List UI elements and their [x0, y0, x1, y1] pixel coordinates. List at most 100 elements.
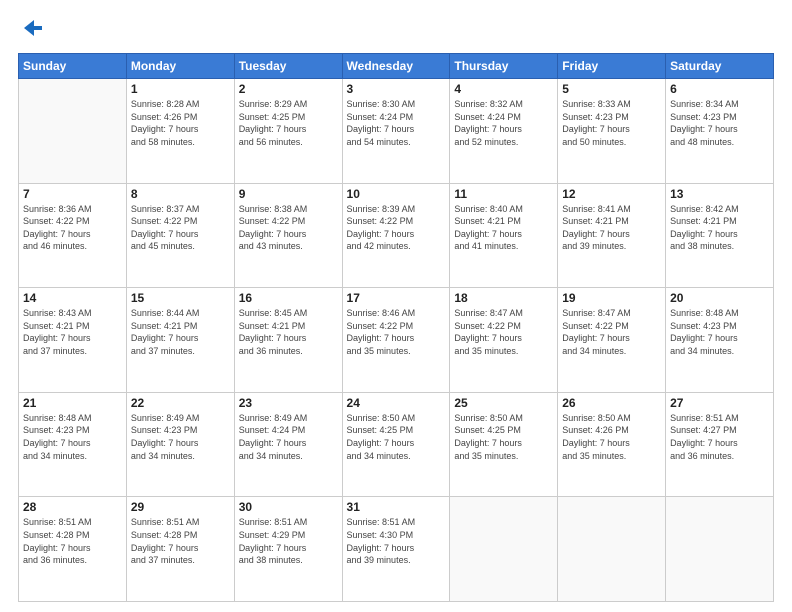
day-info: Sunrise: 8:50 AMSunset: 4:26 PMDaylight:…	[562, 412, 661, 462]
calendar-cell: 19 Sunrise: 8:47 AMSunset: 4:22 PMDayligh…	[558, 288, 666, 393]
day-info: Sunrise: 8:48 AMSunset: 4:23 PMDaylight:…	[670, 307, 769, 357]
logo	[18, 18, 42, 43]
calendar-cell: 26 Sunrise: 8:50 AMSunset: 4:26 PMDayligh…	[558, 392, 666, 497]
day-info: Sunrise: 8:51 AMSunset: 4:27 PMDaylight:…	[670, 412, 769, 462]
col-sunday: Sunday	[19, 54, 127, 79]
calendar-cell: 9Sunrise: 8:38 AMSunset: 4:22 PMDaylight…	[234, 183, 342, 288]
day-info: Sunrise: 8:36 AMSunset: 4:22 PMDaylight:…	[23, 203, 122, 253]
calendar-cell: 22Sunrise: 8:49 AMSunset: 4:23 PMDayligh…	[126, 392, 234, 497]
day-info: Sunrise: 8:51 AMSunset: 4:29 PMDaylight:…	[239, 516, 338, 566]
calendar-cell	[450, 497, 558, 602]
calendar-cell	[666, 497, 774, 602]
day-number: 25	[454, 396, 553, 410]
calendar-cell: 4 Sunrise: 8:32 AMSunset: 4:24 PMDaylight…	[450, 79, 558, 184]
calendar-header-row: Sunday Monday Tuesday Wednesday Thursday…	[19, 54, 774, 79]
day-number: 3	[347, 82, 446, 96]
calendar-cell: 29 Sunrise: 8:51 AMSunset: 4:28 PMDayligh…	[126, 497, 234, 602]
calendar-cell: 3 Sunrise: 8:30 AMSunset: 4:24 PMDaylight…	[342, 79, 450, 184]
day-info: Sunrise: 8:51 AMSunset: 4:30 PMDaylight:…	[347, 516, 446, 566]
calendar-cell: 25 Sunrise: 8:50 AMSunset: 4:25 PMDayligh…	[450, 392, 558, 497]
calendar-cell: 21Sunrise: 8:48 AMSunset: 4:23 PMDayligh…	[19, 392, 127, 497]
day-info: Sunrise: 8:47 AMSunset: 4:22 PMDaylight:…	[454, 307, 553, 357]
day-number: 31	[347, 500, 446, 514]
calendar-cell: 23 Sunrise: 8:49 AMSunset: 4:24 PMDayligh…	[234, 392, 342, 497]
day-info: Sunrise: 8:46 AMSunset: 4:22 PMDaylight:…	[347, 307, 446, 357]
calendar-cell: 10Sunrise: 8:39 AMSunset: 4:22 PMDayligh…	[342, 183, 450, 288]
day-info: Sunrise: 8:37 AMSunset: 4:22 PMDaylight:…	[131, 203, 230, 253]
day-number: 12	[562, 187, 661, 201]
day-number: 7	[23, 187, 122, 201]
day-number: 30	[239, 500, 338, 514]
col-thursday: Thursday	[450, 54, 558, 79]
calendar-cell: 11Sunrise: 8:40 AMSunset: 4:21 PMDayligh…	[450, 183, 558, 288]
day-number: 29	[131, 500, 230, 514]
day-info: Sunrise: 8:32 AMSunset: 4:24 PMDaylight:…	[454, 98, 553, 148]
calendar-table: Sunday Monday Tuesday Wednesday Thursday…	[18, 53, 774, 602]
calendar-cell: 2 Sunrise: 8:29 AMSunset: 4:25 PMDaylight…	[234, 79, 342, 184]
calendar-cell: 18Sunrise: 8:47 AMSunset: 4:22 PMDayligh…	[450, 288, 558, 393]
day-number: 10	[347, 187, 446, 201]
day-number: 1	[131, 82, 230, 96]
calendar-cell: 1 Sunrise: 8:28 AMSunset: 4:26 PMDaylight…	[126, 79, 234, 184]
day-number: 26	[562, 396, 661, 410]
day-info: Sunrise: 8:38 AMSunset: 4:22 PMDaylight:…	[239, 203, 338, 253]
calendar-cell: 30 Sunrise: 8:51 AMSunset: 4:29 PMDayligh…	[234, 497, 342, 602]
day-number: 11	[454, 187, 553, 201]
day-info: Sunrise: 8:34 AMSunset: 4:23 PMDaylight:…	[670, 98, 769, 148]
day-info: Sunrise: 8:43 AMSunset: 4:21 PMDaylight:…	[23, 307, 122, 357]
day-info: Sunrise: 8:47 AMSunset: 4:22 PMDaylight:…	[562, 307, 661, 357]
page: Sunday Monday Tuesday Wednesday Thursday…	[0, 0, 792, 612]
col-saturday: Saturday	[666, 54, 774, 79]
day-number: 22	[131, 396, 230, 410]
col-monday: Monday	[126, 54, 234, 79]
day-number: 23	[239, 396, 338, 410]
day-number: 28	[23, 500, 122, 514]
day-number: 15	[131, 291, 230, 305]
day-info: Sunrise: 8:42 AMSunset: 4:21 PMDaylight:…	[670, 203, 769, 253]
header	[18, 18, 774, 43]
day-info: Sunrise: 8:44 AMSunset: 4:21 PMDaylight:…	[131, 307, 230, 357]
day-info: Sunrise: 8:30 AMSunset: 4:24 PMDaylight:…	[347, 98, 446, 148]
logo-icon	[20, 18, 42, 43]
day-number: 13	[670, 187, 769, 201]
day-info: Sunrise: 8:33 AMSunset: 4:23 PMDaylight:…	[562, 98, 661, 148]
day-info: Sunrise: 8:50 AMSunset: 4:25 PMDaylight:…	[347, 412, 446, 462]
day-number: 2	[239, 82, 338, 96]
calendar-cell	[19, 79, 127, 184]
day-info: Sunrise: 8:51 AMSunset: 4:28 PMDaylight:…	[23, 516, 122, 566]
calendar-week-2: 7 Sunrise: 8:36 AMSunset: 4:22 PMDaylight…	[19, 183, 774, 288]
calendar-cell: 28 Sunrise: 8:51 AMSunset: 4:28 PMDayligh…	[19, 497, 127, 602]
day-number: 16	[239, 291, 338, 305]
calendar-cell: 15 Sunrise: 8:44 AMSunset: 4:21 PMDayligh…	[126, 288, 234, 393]
calendar-cell: 17 Sunrise: 8:46 AMSunset: 4:22 PMDayligh…	[342, 288, 450, 393]
calendar-week-1: 1 Sunrise: 8:28 AMSunset: 4:26 PMDaylight…	[19, 79, 774, 184]
day-number: 19	[562, 291, 661, 305]
col-wednesday: Wednesday	[342, 54, 450, 79]
day-number: 27	[670, 396, 769, 410]
calendar-cell: 24Sunrise: 8:50 AMSunset: 4:25 PMDayligh…	[342, 392, 450, 497]
calendar-cell: 16 Sunrise: 8:45 AMSunset: 4:21 PMDayligh…	[234, 288, 342, 393]
calendar-cell: 7 Sunrise: 8:36 AMSunset: 4:22 PMDaylight…	[19, 183, 127, 288]
calendar-cell: 14 Sunrise: 8:43 AMSunset: 4:21 PMDayligh…	[19, 288, 127, 393]
day-info: Sunrise: 8:28 AMSunset: 4:26 PMDaylight:…	[131, 98, 230, 148]
day-info: Sunrise: 8:29 AMSunset: 4:25 PMDaylight:…	[239, 98, 338, 148]
day-info: Sunrise: 8:51 AMSunset: 4:28 PMDaylight:…	[131, 516, 230, 566]
day-info: Sunrise: 8:49 AMSunset: 4:24 PMDaylight:…	[239, 412, 338, 462]
calendar-cell: 31 Sunrise: 8:51 AMSunset: 4:30 PMDayligh…	[342, 497, 450, 602]
calendar-week-5: 28 Sunrise: 8:51 AMSunset: 4:28 PMDayligh…	[19, 497, 774, 602]
col-friday: Friday	[558, 54, 666, 79]
day-info: Sunrise: 8:48 AMSunset: 4:23 PMDaylight:…	[23, 412, 122, 462]
calendar-cell: 13 Sunrise: 8:42 AMSunset: 4:21 PMDayligh…	[666, 183, 774, 288]
calendar-cell: 12Sunrise: 8:41 AMSunset: 4:21 PMDayligh…	[558, 183, 666, 288]
day-info: Sunrise: 8:45 AMSunset: 4:21 PMDaylight:…	[239, 307, 338, 357]
calendar-cell: 5Sunrise: 8:33 AMSunset: 4:23 PMDaylight…	[558, 79, 666, 184]
day-number: 4	[454, 82, 553, 96]
day-number: 14	[23, 291, 122, 305]
day-number: 8	[131, 187, 230, 201]
day-info: Sunrise: 8:50 AMSunset: 4:25 PMDaylight:…	[454, 412, 553, 462]
col-tuesday: Tuesday	[234, 54, 342, 79]
day-number: 17	[347, 291, 446, 305]
calendar-cell	[558, 497, 666, 602]
calendar-cell: 8 Sunrise: 8:37 AMSunset: 4:22 PMDaylight…	[126, 183, 234, 288]
calendar-cell: 27 Sunrise: 8:51 AMSunset: 4:27 PMDayligh…	[666, 392, 774, 497]
